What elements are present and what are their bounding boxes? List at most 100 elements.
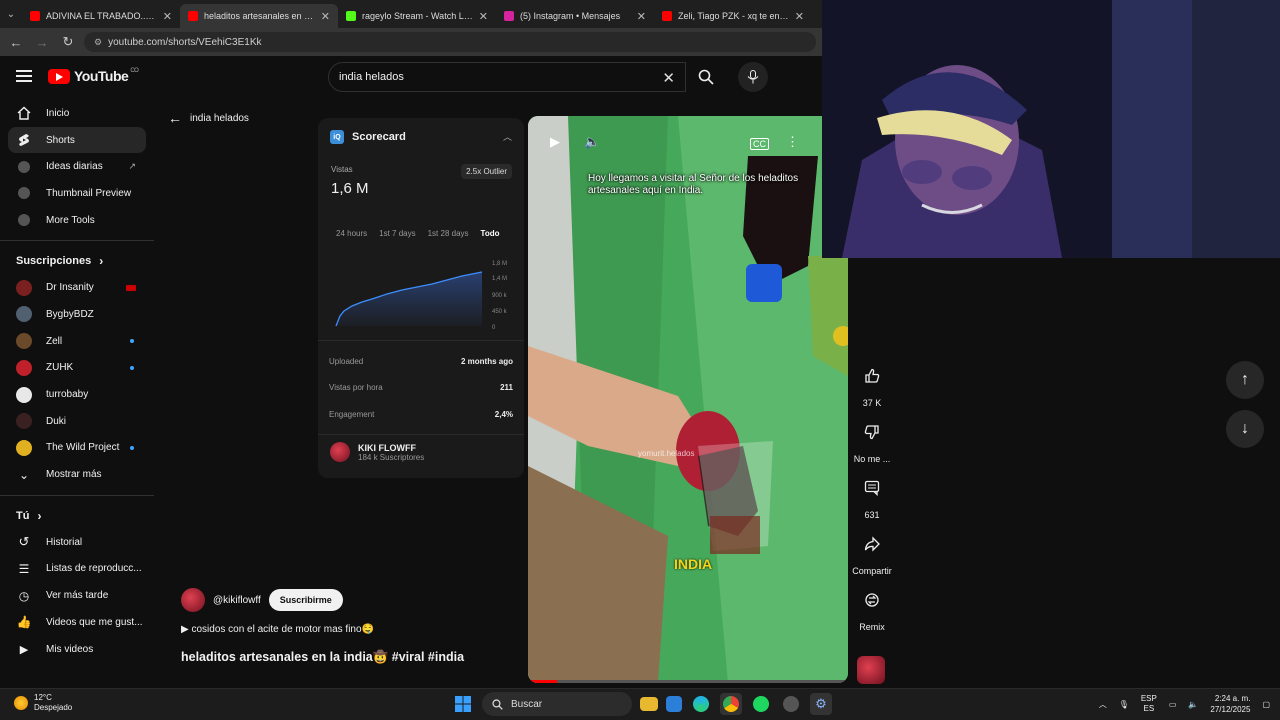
- channel-avatar[interactable]: [181, 588, 205, 612]
- browser-tab[interactable]: rageylo Stream - Watch Live on ✕: [338, 4, 496, 28]
- url-field[interactable]: ⚙ youtube.com/shorts/VEehiC3E1Kk: [84, 32, 816, 52]
- dislike-button[interactable]: [854, 416, 890, 452]
- show-more-button[interactable]: ⌄ Mostrar más: [8, 461, 146, 488]
- sidebar-item-label: Shorts: [46, 134, 75, 146]
- video-description[interactable]: ▶ cosidos con el acite de motor mas fino…: [181, 624, 374, 635]
- captions-icon[interactable]: CC: [750, 138, 769, 150]
- sidebar-item[interactable]: More Tools: [8, 207, 146, 234]
- network-icon[interactable]: ▭: [1169, 700, 1177, 709]
- subscription-item[interactable]: turrobaby: [8, 381, 146, 408]
- clear-search-icon[interactable]: ✕: [662, 69, 675, 87]
- sidebar-item[interactable]: ☰ Listas de reproducc...: [8, 556, 146, 583]
- timeframe-tab[interactable]: 24 hours: [336, 229, 367, 238]
- sidebar-item[interactable]: Ideas diarias ↗: [8, 153, 146, 180]
- browser-tab[interactable]: (5) Instagram • Mensajes ✕: [496, 4, 654, 28]
- search-button[interactable]: [686, 62, 726, 92]
- you-heading[interactable]: Tú ›: [0, 503, 154, 529]
- tray-overflow-icon[interactable]: ︿: [1099, 699, 1107, 710]
- browser-tab[interactable]: ADIVINA EL TRABADO... - YouTube ✕: [22, 4, 180, 28]
- channel-handle[interactable]: @kikiflowff: [213, 595, 261, 606]
- start-button[interactable]: [452, 693, 474, 715]
- back-to-search[interactable]: ← india helados: [168, 110, 249, 126]
- sound-thumbnail[interactable]: [857, 656, 885, 684]
- sidebar-item[interactable]: ↺ Historial: [8, 529, 146, 556]
- close-tab-icon[interactable]: ✕: [321, 10, 330, 23]
- volume-icon[interactable]: 🔈: [584, 134, 600, 150]
- sidebar-item-label: Thumbnail Preview: [46, 187, 132, 199]
- sidebar-item[interactable]: 👍 Videos que me gust...: [8, 609, 146, 636]
- subscriptions-heading[interactable]: Suscripciones ›: [0, 248, 154, 274]
- system-tray: ︿ 🎙 ESP ES ▭ 🔈 2:24 a. m. 27/12/2025 ▢: [1099, 693, 1270, 715]
- menu-icon[interactable]: [16, 70, 32, 82]
- timeframe-tab[interactable]: 1st 28 days: [428, 229, 469, 238]
- settings-icon[interactable]: ⚙: [810, 693, 832, 715]
- short-video-player[interactable]: ▶ 🔈 CC ⋮ Hoy llegamos a visitar al Señor…: [528, 116, 848, 683]
- subscription-item[interactable]: Duki: [8, 408, 146, 435]
- browser-tab[interactable]: heladitos artesanales en la india ✕: [180, 4, 338, 28]
- volume-icon[interactable]: 🔈: [1188, 700, 1198, 709]
- browser-tab[interactable]: Zeli, Tiago PZK - xq te enamora ✕: [654, 4, 812, 28]
- tab-search-icon[interactable]: ⌄: [0, 9, 22, 20]
- search-input[interactable]: india helados ✕: [328, 62, 686, 92]
- play-icon[interactable]: ▶: [550, 134, 560, 150]
- action-remix[interactable]: Remix: [846, 584, 898, 634]
- discord-icon[interactable]: [780, 693, 802, 715]
- chrome-icon[interactable]: [720, 693, 742, 715]
- subscription-item[interactable]: BygbyBDZ: [8, 301, 146, 328]
- sidebar-item[interactable]: Inicio: [8, 100, 146, 127]
- address-bar-row: ← → ↻ ⚙ youtube.com/shorts/VEehiC3E1Kk: [0, 28, 822, 56]
- taskbar-search[interactable]: Buscar: [482, 692, 632, 716]
- new-content-dot: [130, 365, 134, 370]
- action-like[interactable]: 37 K: [846, 360, 898, 410]
- subscribe-button[interactable]: Suscribirme: [268, 589, 343, 611]
- timeframe-tab[interactable]: Todo: [481, 229, 500, 238]
- video-title[interactable]: heladitos artesanales en la india🤠 #vira…: [181, 650, 464, 665]
- close-tab-icon[interactable]: ✕: [795, 10, 804, 23]
- edge-icon[interactable]: [690, 693, 712, 715]
- weather-widget[interactable]: 12°C Despejado: [14, 693, 72, 713]
- spotify-icon[interactable]: [750, 693, 772, 715]
- close-tab-icon[interactable]: ✕: [479, 10, 488, 23]
- subscription-name: turrobaby: [46, 389, 89, 401]
- sidebar-item[interactable]: ◷ Ver más tarde: [8, 582, 146, 609]
- sidebar-item[interactable]: Thumbnail Preview: [8, 180, 146, 207]
- next-short-button[interactable]: ↓: [1226, 410, 1264, 448]
- forward-arrow-icon[interactable]: →: [32, 35, 52, 50]
- sidebar-item[interactable]: ▶ Mis videos: [8, 636, 146, 663]
- sidebar-item-label: Ver más tarde: [46, 590, 109, 602]
- action-share[interactable]: Compartir: [846, 528, 898, 578]
- comment-button[interactable]: [854, 472, 890, 508]
- video-frame: [528, 116, 848, 683]
- close-tab-icon[interactable]: ✕: [163, 10, 172, 23]
- site-info-icon[interactable]: ⚙: [94, 37, 102, 48]
- timeframe-tab[interactable]: 1st 7 days: [379, 229, 415, 238]
- action-dislike[interactable]: No me ...: [846, 416, 898, 466]
- collapse-icon[interactable]: ︿: [503, 130, 512, 143]
- subscription-item[interactable]: ZUHK: [8, 355, 146, 382]
- previous-short-button[interactable]: ↑: [1226, 361, 1264, 399]
- subscription-item[interactable]: Dr Insanity: [8, 274, 146, 301]
- file-explorer-icon[interactable]: [640, 697, 658, 711]
- clock[interactable]: 2:24 a. m. 27/12/2025: [1210, 693, 1250, 715]
- youtube-header: YouTube CO india helados ✕: [0, 56, 822, 100]
- close-tab-icon[interactable]: ✕: [637, 10, 646, 23]
- voice-search-button[interactable]: [738, 62, 768, 92]
- notifications-icon[interactable]: ▢: [1262, 700, 1270, 709]
- scorecard-channel[interactable]: KIKI FLOWFF 184 k Suscriptores: [330, 442, 424, 462]
- microphone-icon[interactable]: 🎙: [1119, 700, 1129, 709]
- reload-icon[interactable]: ↻: [58, 34, 78, 50]
- youtube-logo[interactable]: YouTube CO: [48, 68, 139, 84]
- progress-track[interactable]: [528, 680, 848, 683]
- store-icon[interactable]: [666, 696, 682, 712]
- sidebar-item[interactable]: Shorts: [8, 126, 146, 154]
- subscription-item[interactable]: The Wild Project: [8, 435, 146, 462]
- like-button[interactable]: [854, 360, 890, 396]
- more-options-icon[interactable]: ⋮: [786, 134, 799, 150]
- subscription-item[interactable]: Zell: [8, 328, 146, 355]
- action-comment[interactable]: 631: [846, 472, 898, 522]
- language-indicator[interactable]: ESP ES: [1141, 694, 1157, 714]
- subscription-name: Duki: [46, 415, 67, 427]
- back-arrow-icon[interactable]: ←: [6, 35, 26, 50]
- remix-button[interactable]: [854, 584, 890, 620]
- share-button[interactable]: [854, 528, 890, 564]
